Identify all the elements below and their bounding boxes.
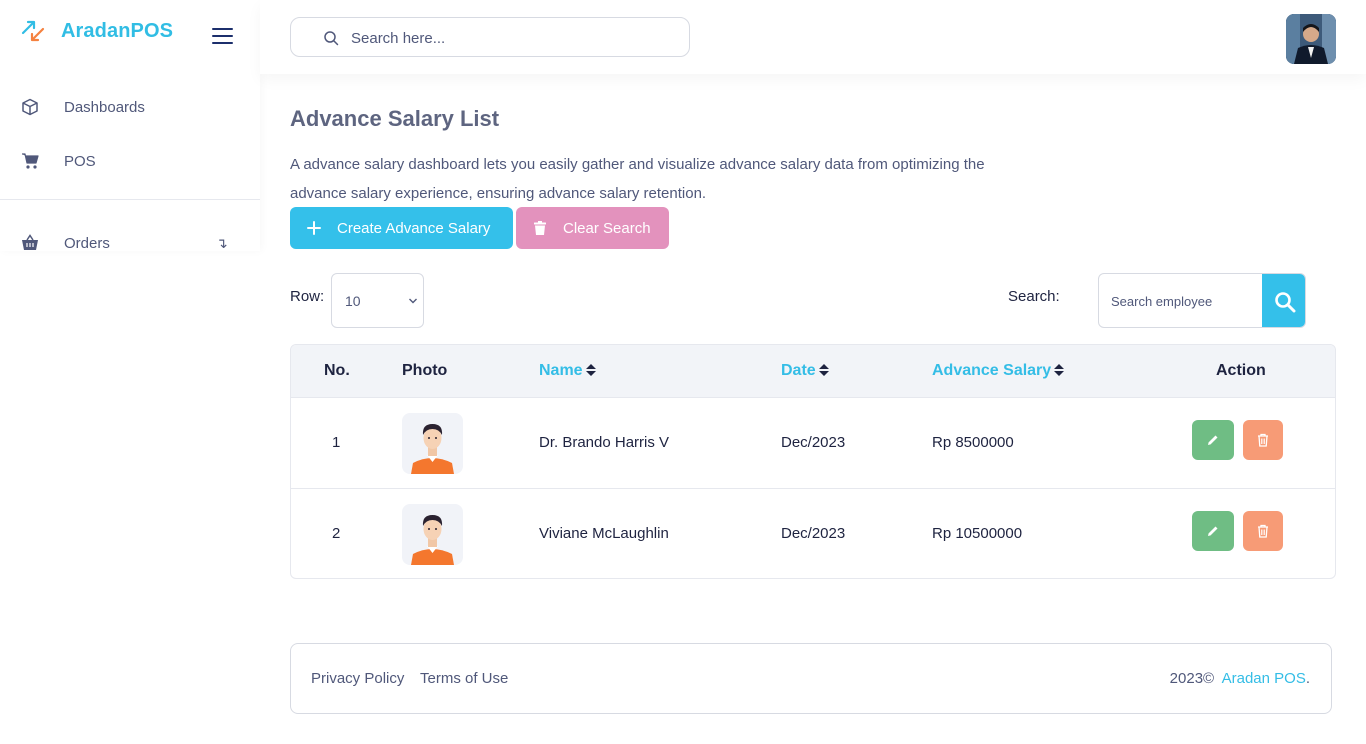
sort-icon (818, 364, 829, 376)
employee-photo (402, 413, 463, 474)
row-number: 1 (332, 434, 341, 451)
clear-search-button[interactable]: Clear Search (516, 207, 669, 249)
sort-icon (585, 364, 596, 376)
sidebar-item-pos[interactable]: POS (0, 141, 260, 181)
user-avatar[interactable] (1286, 14, 1336, 64)
privacy-policy-link[interactable]: Privacy Policy (311, 670, 404, 687)
cart-icon (20, 151, 40, 171)
row-count-select[interactable]: 10 (331, 273, 424, 328)
column-no: No. (324, 362, 350, 379)
global-search-input[interactable] (351, 26, 671, 50)
salary-date: Dec/2023 (781, 525, 846, 542)
employee-search (1098, 273, 1306, 328)
hamburger-menu-icon[interactable] (212, 28, 233, 44)
page-title: Advance Salary List (290, 106, 500, 131)
edit-button[interactable] (1192, 420, 1234, 460)
topbar (260, 0, 1366, 74)
sidebar: AradanPOS Dashboards POS Orders ↴ (0, 0, 260, 252)
footer-brand-link[interactable]: Aradan POS (1222, 670, 1306, 687)
user-avatar-image (1286, 14, 1336, 64)
trash-icon (534, 221, 546, 235)
sidebar-item-dashboards[interactable]: Dashboards (0, 87, 260, 127)
column-date-label: Date (781, 362, 816, 379)
create-advance-salary-button[interactable]: Create Advance Salary (290, 207, 513, 249)
person-avatar-icon (411, 515, 454, 565)
search-icon (1274, 291, 1295, 312)
advance-salary-amount: Rp 10500000 (932, 525, 1023, 542)
delete-button[interactable] (1243, 511, 1283, 551)
column-photo: Photo (402, 362, 448, 379)
employee-name: Dr. Brando Harris V (539, 434, 670, 451)
pencil-icon (1208, 526, 1218, 536)
sidebar-item-orders[interactable]: Orders ↴ (0, 223, 260, 263)
copyright-year: 2023© (1169, 670, 1215, 687)
search-icon (324, 31, 339, 46)
person-avatar-icon (411, 424, 454, 474)
sidebar-item-label: Orders (64, 234, 110, 252)
plus-icon (307, 221, 321, 235)
copyright-period: . (1305, 670, 1310, 687)
terms-of-use-link[interactable]: Terms of Use (420, 670, 508, 687)
delete-button[interactable] (1243, 420, 1283, 460)
column-name[interactable]: Name (539, 362, 597, 380)
employee-search-button[interactable] (1262, 274, 1305, 327)
trash-icon (1258, 524, 1268, 538)
copyright: 2023© Aradan POS. (1170, 670, 1310, 687)
chevron-down-icon (409, 298, 417, 304)
employee-search-input[interactable] (1111, 291, 1261, 311)
search-label: Search: (1008, 288, 1060, 305)
edit-button[interactable] (1192, 511, 1234, 551)
trash-icon (1258, 433, 1268, 447)
column-salary-label: Advance Salary (932, 362, 1052, 379)
advance-salary-table: No. Photo Name Date Advance Salary Actio… (290, 344, 1336, 579)
table-row: 2 Viviane McLaughlin Dec/2023 Rp 1050000… (291, 488, 1335, 578)
logo-icon (21, 20, 45, 42)
column-action: Action (1216, 362, 1266, 379)
table-row: 1 Dr. Brando Harris V Dec/2023 Rp 850000… (291, 397, 1335, 488)
employee-name: Viviane McLaughlin (539, 525, 669, 542)
global-search[interactable] (290, 17, 690, 57)
brand[interactable]: AradanPOS (20, 18, 173, 44)
cube-icon (20, 97, 40, 117)
column-advance-salary[interactable]: Advance Salary (932, 362, 1065, 380)
salary-date: Dec/2023 (781, 434, 846, 451)
column-name-label: Name (539, 362, 583, 379)
create-button-label: Create Advance Salary (337, 219, 491, 237)
footer: Privacy Policy Terms of Use 2023© Aradan… (290, 643, 1332, 714)
brand-name: AradanPOS (61, 19, 174, 42)
page-description: A advance salary dashboard lets you easi… (290, 156, 985, 202)
row-label: Row: (290, 288, 325, 305)
row-number: 2 (332, 525, 341, 542)
basket-icon (20, 233, 40, 253)
sort-icon (1054, 364, 1065, 376)
row-count-value: 10 (345, 293, 361, 309)
column-date[interactable]: Date (781, 362, 830, 380)
sidebar-item-label: POS (64, 152, 96, 170)
clear-button-label: Clear Search (563, 219, 651, 237)
sidebar-divider (0, 199, 260, 200)
advance-salary-amount: Rp 8500000 (932, 434, 1014, 451)
expand-arrow-icon[interactable]: ↴ (216, 235, 228, 252)
pencil-icon (1208, 435, 1218, 445)
sidebar-item-label: Dashboards (64, 98, 145, 116)
employee-photo (402, 504, 463, 565)
table-header: No. Photo Name Date Advance Salary Actio… (291, 345, 1335, 398)
